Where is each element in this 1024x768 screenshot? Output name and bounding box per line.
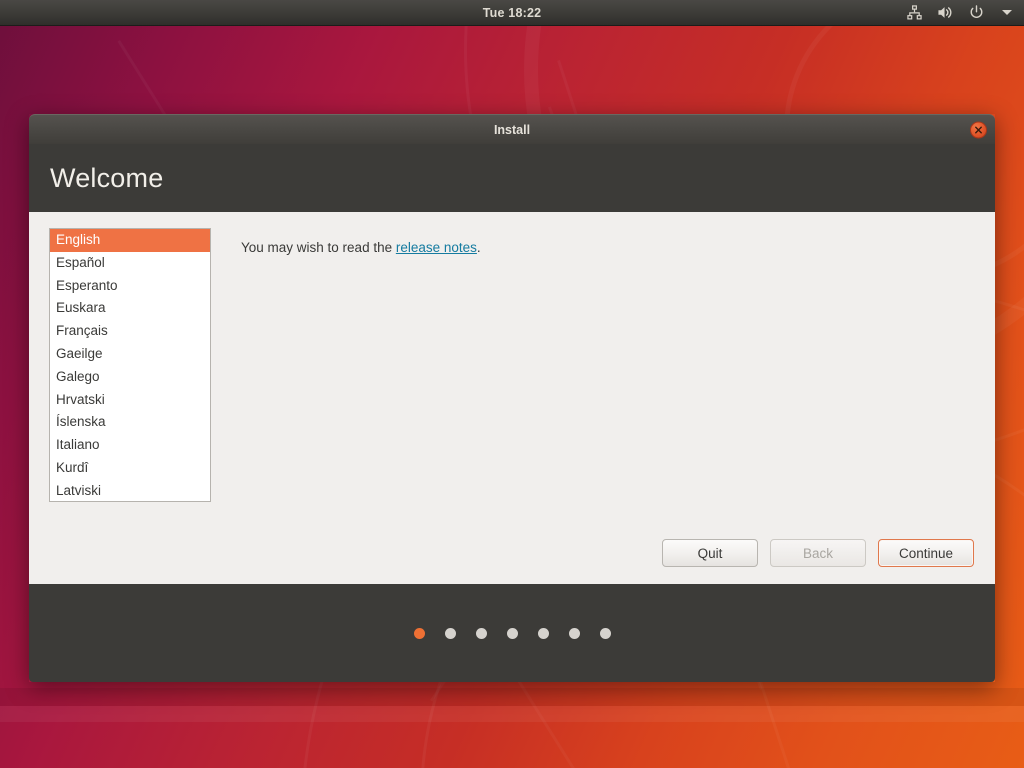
- language-item[interactable]: Français: [50, 320, 210, 343]
- close-icon[interactable]: [970, 121, 987, 138]
- volume-icon[interactable]: [936, 4, 954, 22]
- release-notes-suffix: .: [476, 240, 481, 255]
- language-item[interactable]: English: [50, 229, 210, 252]
- language-item[interactable]: Esperanto: [50, 275, 210, 298]
- slide-dot[interactable]: [506, 627, 518, 639]
- language-list[interactable]: English Español Esperanto Euskara Français Ga…: [49, 228, 211, 502]
- language-item[interactable]: Hrvatski: [50, 389, 210, 412]
- language-item[interactable]: Euskara: [50, 297, 210, 320]
- language-item[interactable]: Kurdî: [50, 457, 210, 480]
- panel-clock[interactable]: Tue 18:22: [0, 6, 1024, 20]
- slide-dot[interactable]: [599, 627, 611, 639]
- network-icon[interactable]: [905, 4, 923, 22]
- wallpaper-band: [0, 706, 1024, 722]
- slideshow-footer: [29, 584, 995, 682]
- language-item[interactable]: Italiano: [50, 434, 210, 457]
- slide-dot[interactable]: [444, 627, 456, 639]
- language-item[interactable]: Latviski: [50, 480, 210, 501]
- button-row: Quit Back Continue: [662, 539, 974, 567]
- window-titlebar[interactable]: Install: [29, 114, 995, 144]
- installer-window: Install Welcome English Español Esperanto E…: [29, 114, 995, 682]
- desktop-wallpaper: Tue 18:22 Install Welcome English Españo…: [0, 0, 1024, 768]
- window-header: Welcome: [29, 144, 995, 212]
- quit-button[interactable]: Quit: [662, 539, 758, 567]
- back-button: Back: [770, 539, 866, 567]
- release-notes-link[interactable]: release notes: [396, 240, 477, 255]
- wallpaper-band: [0, 688, 1024, 706]
- language-item[interactable]: Íslenska: [50, 411, 210, 434]
- slide-dot[interactable]: [475, 627, 487, 639]
- slide-dot[interactable]: [537, 627, 549, 639]
- release-notes-text: You may wish to read the release notes.: [241, 240, 975, 255]
- top-panel: Tue 18:22: [0, 0, 1024, 26]
- language-item[interactable]: Español: [50, 252, 210, 275]
- right-pane: You may wish to read the release notes.: [211, 228, 975, 584]
- language-item[interactable]: Galego: [50, 366, 210, 389]
- chevron-down-icon[interactable]: [998, 4, 1016, 22]
- panel-indicator-area: [905, 4, 1016, 22]
- language-item[interactable]: Gaeilge: [50, 343, 210, 366]
- page-title: Welcome: [50, 162, 164, 193]
- window-title: Install: [493, 122, 531, 137]
- release-notes-prefix: You may wish to read the: [241, 240, 396, 255]
- slide-dot[interactable]: [413, 627, 425, 639]
- continue-button[interactable]: Continue: [878, 539, 974, 567]
- installer-content: English Español Esperanto Euskara Français Ga…: [29, 212, 995, 584]
- power-icon[interactable]: [967, 4, 985, 22]
- slide-dot[interactable]: [568, 627, 580, 639]
